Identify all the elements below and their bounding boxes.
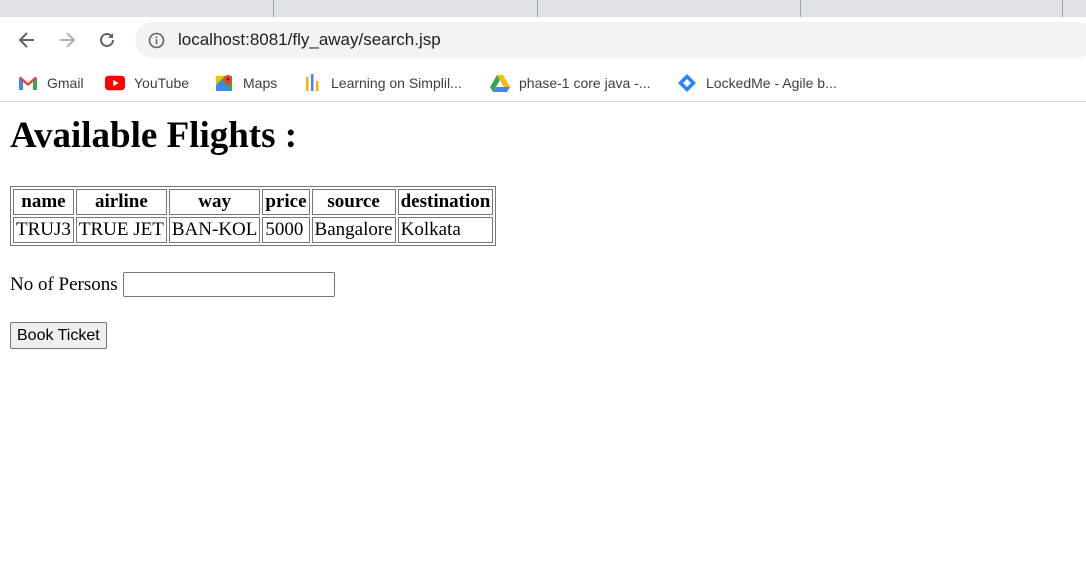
address-bar[interactable] xyxy=(135,22,1086,58)
bookmarks-bar: Gmail YouTube Maps Learning on Simplil..… xyxy=(0,63,1086,102)
bookmark-youtube[interactable]: YouTube xyxy=(105,72,189,94)
gmail-icon xyxy=(18,73,38,93)
column-header: price xyxy=(262,189,310,215)
bookmark-maps[interactable]: Maps xyxy=(214,72,277,94)
bookmark-label: Maps xyxy=(243,75,278,91)
page-content: Available Flights : name airline way pri… xyxy=(0,102,1086,566)
forward-arrow-icon xyxy=(60,32,76,48)
table-cell: TRUJ3 xyxy=(13,217,74,243)
column-header: source xyxy=(311,189,396,215)
bookmark-label: Learning on Simplil... xyxy=(331,75,462,91)
tab-divider xyxy=(800,0,801,17)
google-drive-icon xyxy=(490,73,510,93)
reload-icon xyxy=(100,32,114,47)
bookmark-label: Gmail xyxy=(47,75,84,91)
bookmark-drive[interactable]: phase-1 core java -... xyxy=(490,72,651,94)
persons-input[interactable] xyxy=(122,272,335,297)
book-ticket-button[interactable]: Book Ticket xyxy=(10,322,107,349)
bookmark-simplilearn[interactable]: Learning on Simplil... xyxy=(302,72,462,94)
bookmark-label: YouTube xyxy=(134,75,190,91)
column-header: way xyxy=(168,189,261,215)
tab-strip xyxy=(0,0,1086,17)
maps-icon xyxy=(214,73,234,93)
bookmark-label: LockedMe - Agile b... xyxy=(706,75,837,91)
flights-table: name airline way price source destinatio… xyxy=(10,186,497,246)
column-header: name xyxy=(13,189,74,215)
tab-divider xyxy=(1062,0,1063,17)
forward-button[interactable] xyxy=(55,28,79,52)
table-cell: Bangalore xyxy=(311,217,396,243)
table-cell: TRUE JET xyxy=(75,217,167,243)
table-header-row: name airline way price source destinatio… xyxy=(13,189,494,215)
column-header: airline xyxy=(75,189,167,215)
persons-row: No of Persons xyxy=(10,272,335,297)
table-row: TRUJ3 TRUE JET BAN-KOL 5000 Bangalore Ko… xyxy=(13,217,494,243)
tab-divider xyxy=(273,0,274,17)
url-input[interactable] xyxy=(178,30,1058,50)
tab-divider xyxy=(537,0,538,17)
site-info-icon[interactable] xyxy=(148,32,165,49)
back-arrow-icon xyxy=(18,32,34,48)
column-header: destination xyxy=(397,189,494,215)
bookmark-gmail[interactable]: Gmail xyxy=(18,72,84,94)
reload-button[interactable] xyxy=(95,28,119,52)
browser-toolbar xyxy=(0,17,1086,63)
back-button[interactable] xyxy=(15,28,39,52)
simplilearn-icon xyxy=(302,73,322,93)
bookmark-lockedme[interactable]: LockedMe - Agile b... xyxy=(677,72,837,94)
table-cell: 5000 xyxy=(262,217,310,243)
table-cell: BAN-KOL xyxy=(168,217,261,243)
persons-label: No of Persons xyxy=(10,273,118,295)
page-title: Available Flights : xyxy=(10,115,298,156)
bookmark-label: phase-1 core java -... xyxy=(519,75,651,91)
table-cell: Kolkata xyxy=(397,217,494,243)
youtube-icon xyxy=(105,73,125,93)
jira-icon xyxy=(677,73,697,93)
